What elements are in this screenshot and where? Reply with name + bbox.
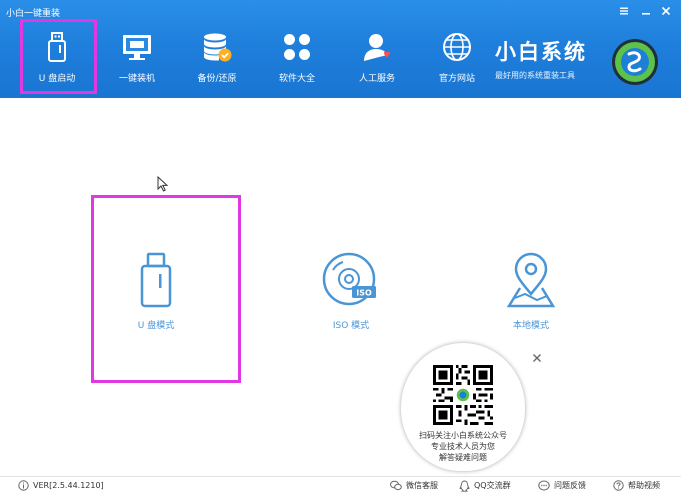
qr-popup: 扫码关注小白系统公众号 专业技术人员为您 解答疑难问题 [401,343,525,471]
nav-item-one-click-install[interactable]: 一键装机 [102,25,172,95]
brand-logo-icon [611,38,659,86]
minimize-icon [642,13,650,15]
nav-label: 软件大全 [278,74,315,84]
iso-mode-option[interactable]: ISO ISO 模式 [296,250,406,340]
nav-label: 一键装机 [118,74,155,84]
monitor-icon [121,31,153,63]
nav-item-official-site[interactable]: 官方网站 [422,25,492,95]
qr-close-button[interactable] [530,350,544,364]
qr-caption-line: 扫码关注小白系统公众号 [419,431,507,440]
help-question-icon [613,480,624,491]
usb-mode-option[interactable]: U 盘模式 [101,250,211,340]
brand-tagline: 最好用的系统重装工具 [495,71,575,80]
nav-label: 官方网站 [438,74,475,84]
close-icon [533,354,541,362]
nav-item-backup-restore[interactable]: 备份/还原 [182,25,252,95]
help-video-link[interactable]: 帮助视频 [613,479,660,492]
nav-item-support[interactable]: 人工服务 [342,25,412,95]
version-info: VER[2.5.44.1210] [18,479,104,492]
iso-mode-label: ISO 模式 [332,321,370,331]
usb-drive-icon [140,252,172,308]
location-pin-icon [506,252,556,308]
header-bar: 小白一键重装 U 盘启动 一键装机 备份/还原 软件大全 人工服务 官方网站 小… [0,0,681,98]
info-icon [18,480,29,491]
brand-name: 小白系统 [495,40,587,64]
qq-label: QQ交流群 [474,481,511,490]
menu-icon [620,7,628,15]
wechat-support-link[interactable]: 微信客服 [390,479,438,492]
wechat-icon [390,480,402,491]
nav-item-software[interactable]: 软件大全 [262,25,332,95]
qq-penguin-icon [459,480,470,492]
usb-mode-label: U 盘模式 [137,321,175,331]
status-bar: VER[2.5.44.1210] 微信客服 QQ交流群 问题反馈 帮助视频 [0,476,681,494]
close-button[interactable] [657,2,675,20]
qq-group-link[interactable]: QQ交流群 [459,479,511,492]
wechat-label: 微信客服 [406,481,438,490]
usb-drive-icon [41,31,73,63]
local-mode-label: 本地模式 [512,321,549,331]
qr-caption: 扫码关注小白系统公众号 专业技术人员为您 解答疑难问题 [401,430,525,463]
nav-label: 人工服务 [358,74,395,84]
menu-button[interactable] [615,2,633,20]
qr-caption-line: 解答疑难问题 [439,453,487,462]
qr-caption-line: 专业技术人员为您 [431,442,495,451]
minimize-button[interactable] [637,2,655,20]
iso-disc-icon: ISO [322,252,376,306]
feedback-link[interactable]: 问题反馈 [538,479,586,492]
feedback-label: 问题反馈 [554,481,586,490]
nav-item-usb-boot[interactable]: U 盘启动 [22,25,92,95]
window-title: 小白一键重装 [6,9,61,19]
feedback-chat-icon [538,480,550,491]
version-text: VER[2.5.44.1210] [33,481,104,490]
support-person-icon [361,31,393,63]
database-backup-icon [201,31,233,63]
help-label: 帮助视频 [628,481,660,490]
app-window: 小白一键重装 U 盘启动 一键装机 备份/还原 软件大全 人工服务 官方网站 小… [0,0,681,494]
software-grid-icon [281,31,313,63]
local-mode-option[interactable]: 本地模式 [476,250,586,340]
close-icon [661,6,671,16]
qr-code-image [433,365,493,425]
globe-icon [441,31,473,63]
svg-text:ISO: ISO [356,289,372,298]
nav-label: 备份/还原 [197,74,237,84]
mouse-cursor-icon [157,176,169,192]
nav-label: U 盘启动 [38,74,76,84]
